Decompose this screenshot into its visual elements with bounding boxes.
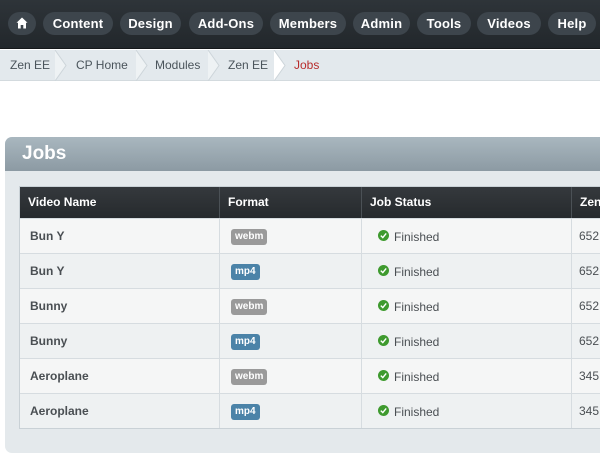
zen-id: 652	[579, 299, 600, 313]
table-row: Bunny mp4 Finished 652	[20, 323, 600, 358]
breadcrumb-zen-ee[interactable]: Zen EE	[10, 50, 50, 81]
video-name: Bunny	[20, 289, 220, 323]
zen-id: 652	[579, 264, 600, 278]
breadcrumb-separator-icon	[135, 50, 148, 81]
breadcrumb-separator-icon	[54, 50, 67, 81]
check-icon	[378, 335, 389, 347]
format-badge: mp4	[231, 403, 260, 420]
video-name: Bun Y	[20, 254, 220, 288]
nav-content[interactable]: Content	[43, 12, 113, 35]
job-status: Finished	[394, 404, 440, 419]
zen-id: 345	[579, 404, 600, 418]
format-badge: mp4	[231, 333, 260, 350]
page-title: Jobs	[22, 143, 67, 164]
zen-id: 652	[579, 334, 600, 348]
nav-help[interactable]: Help	[548, 12, 596, 35]
zen-id: 345	[579, 369, 600, 383]
breadcrumb-separator-icon	[207, 50, 220, 81]
nav-tools[interactable]: Tools	[417, 12, 471, 35]
table-row: Aeroplane webm Finished 345	[20, 358, 600, 393]
breadcrumb-separator-icon	[273, 50, 286, 81]
nav-design[interactable]: Design	[120, 12, 181, 35]
table-row: Bun Y mp4 Finished 652	[20, 253, 600, 288]
breadcrumb-cp-home[interactable]: CP Home	[76, 50, 128, 81]
job-status: Finished	[394, 299, 440, 314]
format-badge: mp4	[231, 263, 260, 280]
jobs-table: Video Name Format Job Status Zen Bun Y w…	[19, 186, 600, 429]
header-video-name[interactable]: Video Name	[20, 187, 220, 218]
nav-members[interactable]: Members	[270, 12, 346, 35]
job-status: Finished	[394, 369, 440, 384]
table-row: Bun Y webm Finished 652	[20, 218, 600, 253]
check-icon	[378, 300, 389, 312]
nav-add-ons[interactable]: Add-Ons	[189, 12, 263, 35]
format-badge: webm	[231, 228, 268, 245]
check-icon	[378, 230, 389, 242]
check-icon	[378, 370, 389, 382]
header-format[interactable]: Format	[220, 187, 362, 218]
top-nav: Content Design Add-Ons Members Admin Too…	[0, 0, 600, 49]
header-zen[interactable]: Zen	[572, 187, 600, 218]
check-icon	[378, 265, 389, 277]
video-name: Aeroplane	[20, 394, 220, 428]
table-row: Bunny webm Finished 652	[20, 288, 600, 323]
breadcrumb-modules[interactable]: Modules	[155, 50, 200, 81]
home-button[interactable]	[8, 12, 36, 35]
video-name: Aeroplane	[20, 359, 220, 393]
nav-videos[interactable]: Videos	[477, 12, 541, 35]
video-name: Bunny	[20, 324, 220, 358]
job-status: Finished	[394, 264, 440, 279]
check-icon	[378, 405, 389, 417]
home-icon	[16, 17, 28, 29]
breadcrumb-zen-ee-module[interactable]: Zen EE	[228, 50, 268, 81]
header-job-status[interactable]: Job Status	[362, 187, 572, 218]
video-name: Bun Y	[20, 219, 220, 253]
table-row: Aeroplane mp4 Finished 345	[20, 393, 600, 428]
panel-header: Jobs	[5, 137, 600, 171]
nav-admin[interactable]: Admin	[353, 12, 410, 35]
table-header: Video Name Format Job Status Zen	[20, 187, 600, 218]
breadcrumb: Zen EE CP Home Modules Zen EE Jobs	[0, 50, 600, 81]
format-badge: webm	[231, 298, 268, 315]
job-status: Finished	[394, 229, 440, 244]
job-status: Finished	[394, 334, 440, 349]
format-badge: webm	[231, 368, 268, 385]
breadcrumb-jobs: Jobs	[294, 58, 320, 72]
zen-id: 652	[579, 229, 600, 243]
